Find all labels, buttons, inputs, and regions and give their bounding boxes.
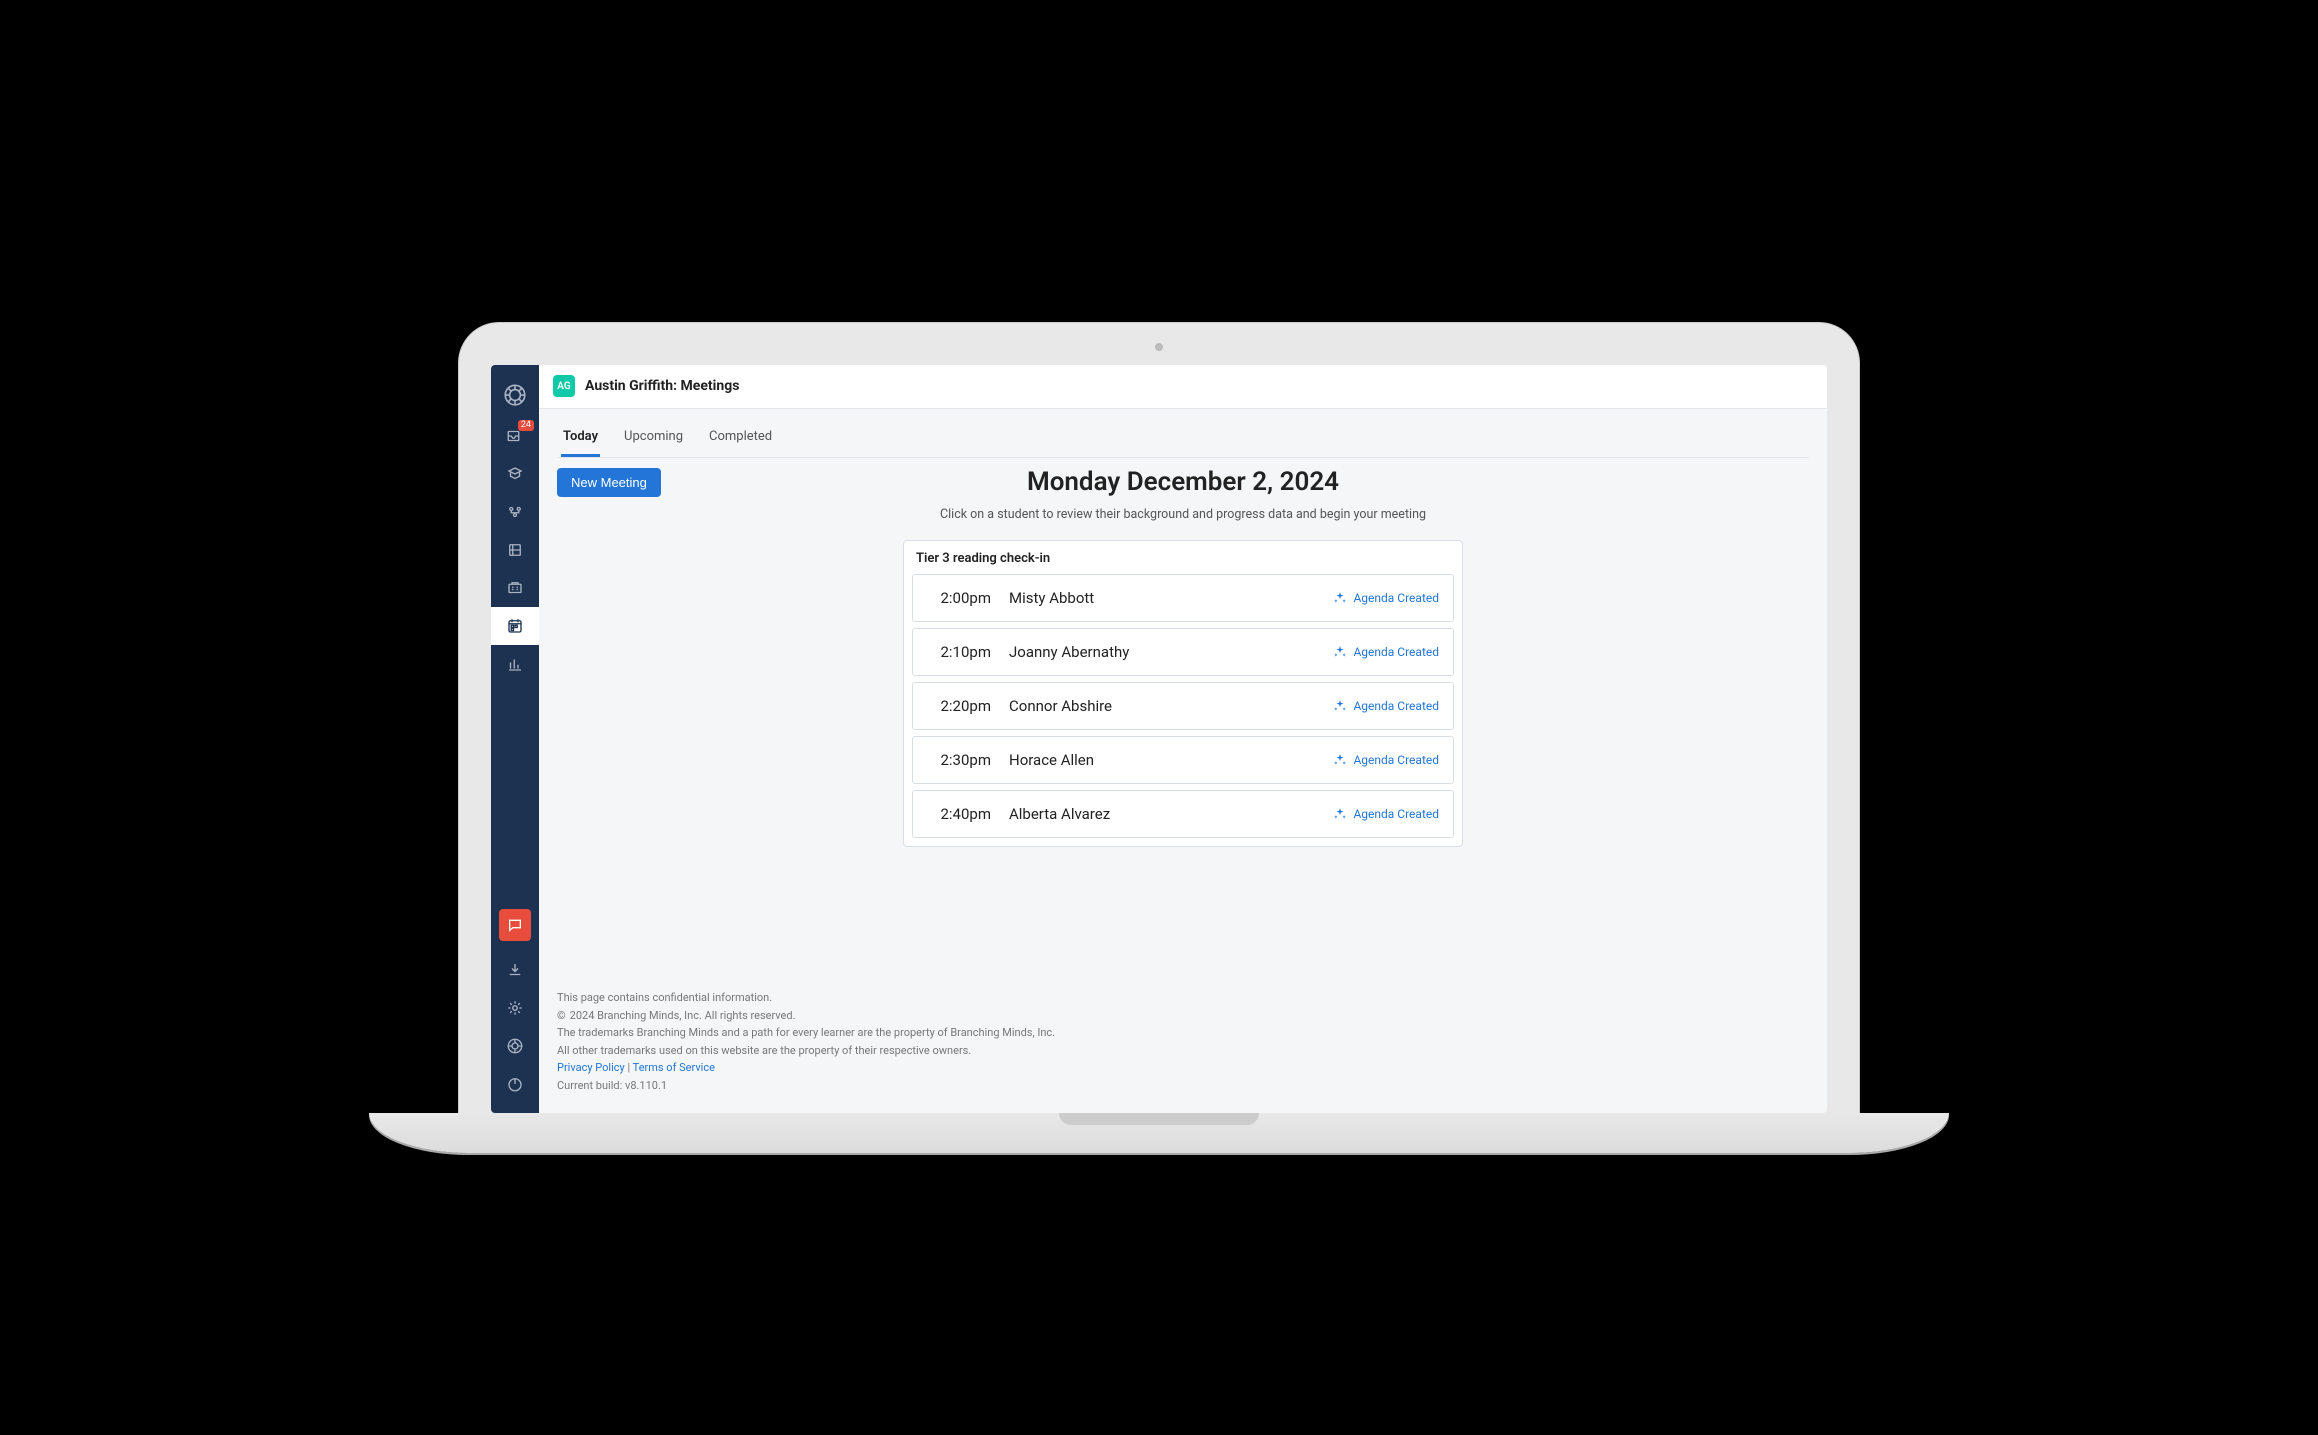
meeting-student-name: Misty Abbott: [1009, 589, 1315, 607]
meeting-student-name: Alberta Alvarez: [1009, 805, 1315, 823]
agenda-status: Agenda Created: [1333, 807, 1439, 821]
sparkle-icon: [1333, 807, 1347, 821]
footer-copyright-row: © 2024 Branching Minds, Inc. All rights …: [557, 1007, 1809, 1025]
sparkle-icon: [1333, 753, 1347, 767]
meeting-student-name: Connor Abshire: [1009, 697, 1315, 715]
sparkle-icon: [1333, 591, 1347, 605]
footer-build: Current build: v8.110.1: [557, 1077, 1809, 1095]
user-initials-badge: AG: [553, 375, 575, 397]
chat-button[interactable]: [491, 909, 539, 947]
copyright-icon: ©: [557, 1007, 566, 1025]
privacy-link[interactable]: Privacy Policy: [557, 1061, 625, 1074]
tabs: Today Upcoming Completed: [557, 417, 1809, 458]
laptop-base: [369, 1113, 1949, 1153]
footer-copyright: 2024 Branching Minds, Inc. All rights re…: [570, 1007, 796, 1025]
meeting-group-card: Tier 3 reading check-in 2:00pm Misty Abb…: [903, 540, 1463, 847]
sidebar-item-download[interactable]: [491, 951, 539, 989]
sidebar-item-library[interactable]: [491, 531, 539, 569]
page-subtitle: Click on a student to review their backg…: [557, 507, 1809, 522]
meeting-row[interactable]: 2:30pm Horace Allen Agenda Created: [912, 736, 1454, 784]
meeting-row[interactable]: 2:00pm Misty Abbott Agenda Created: [912, 574, 1454, 622]
sidebar-item-reports[interactable]: [491, 645, 539, 683]
agenda-status: Agenda Created: [1333, 645, 1439, 659]
agenda-status-label: Agenda Created: [1353, 807, 1439, 821]
sparkle-icon: [1333, 699, 1347, 713]
sidebar: 24: [491, 365, 539, 1113]
tab-today[interactable]: Today: [561, 417, 600, 457]
page-title: Austin Griffith: Meetings: [585, 378, 739, 394]
footer: This page contains confidential informat…: [539, 985, 1827, 1113]
meeting-time: 2:10pm: [927, 643, 991, 661]
new-meeting-button[interactable]: New Meeting: [557, 468, 661, 497]
date-heading: Monday December 2, 2024: [557, 467, 1809, 497]
meeting-time: 2:00pm: [927, 589, 991, 607]
meeting-row[interactable]: 2:10pm Joanny Abernathy Agenda Created: [912, 628, 1454, 676]
sidebar-item-logout[interactable]: [491, 1065, 539, 1103]
footer-confidential: This page contains confidential informat…: [557, 989, 1809, 1007]
footer-trademarks-2: All other trademarks used on this websit…: [557, 1042, 1809, 1060]
agenda-status: Agenda Created: [1333, 699, 1439, 713]
meeting-student-name: Horace Allen: [1009, 751, 1315, 769]
content: Today Upcoming Completed New Meeting Mon…: [539, 409, 1827, 985]
meeting-time: 2:20pm: [927, 697, 991, 715]
agenda-status-label: Agenda Created: [1353, 591, 1439, 605]
main-area: AG Austin Griffith: Meetings Today Upcom…: [539, 365, 1827, 1113]
meeting-student-name: Joanny Abernathy: [1009, 643, 1315, 661]
page-heading: Monday December 2, 2024 Click on a stude…: [557, 467, 1809, 522]
sparkle-icon: [1333, 645, 1347, 659]
tab-upcoming[interactable]: Upcoming: [622, 417, 685, 457]
terms-link[interactable]: Terms of Service: [633, 1061, 715, 1074]
agenda-status-label: Agenda Created: [1353, 699, 1439, 713]
sidebar-item-students[interactable]: [491, 455, 539, 493]
meeting-group-title: Tier 3 reading check-in: [912, 549, 1454, 574]
sidebar-item-settings[interactable]: [491, 989, 539, 1027]
meeting-time: 2:30pm: [927, 751, 991, 769]
meeting-row[interactable]: 2:20pm Connor Abshire Agenda Created: [912, 682, 1454, 730]
meeting-row[interactable]: 2:40pm Alberta Alvarez Agenda Created: [912, 790, 1454, 838]
sidebar-top: 24: [491, 373, 539, 683]
agenda-status: Agenda Created: [1333, 591, 1439, 605]
inbox-badge: 24: [518, 420, 534, 431]
footer-links: Privacy Policy | Terms of Service: [557, 1059, 1809, 1077]
sidebar-item-help[interactable]: [491, 1027, 539, 1065]
tab-completed[interactable]: Completed: [707, 417, 774, 457]
sidebar-item-groups[interactable]: [491, 493, 539, 531]
sidebar-bottom: [491, 909, 539, 1103]
agenda-status-label: Agenda Created: [1353, 753, 1439, 767]
sidebar-item-inbox[interactable]: 24: [491, 417, 539, 455]
app-screen: 24: [491, 365, 1827, 1113]
agenda-status: Agenda Created: [1333, 753, 1439, 767]
camera-dot: [1155, 343, 1163, 351]
sidebar-item-org[interactable]: [491, 569, 539, 607]
agenda-status-label: Agenda Created: [1353, 645, 1439, 659]
footer-trademarks-1: The trademarks Branching Minds and a pat…: [557, 1024, 1809, 1042]
logo-icon[interactable]: [491, 373, 539, 417]
meeting-time: 2:40pm: [927, 805, 991, 823]
topbar: AG Austin Griffith: Meetings: [539, 365, 1827, 409]
laptop-frame: 24: [459, 323, 1859, 1113]
sidebar-item-meetings[interactable]: [491, 607, 539, 645]
